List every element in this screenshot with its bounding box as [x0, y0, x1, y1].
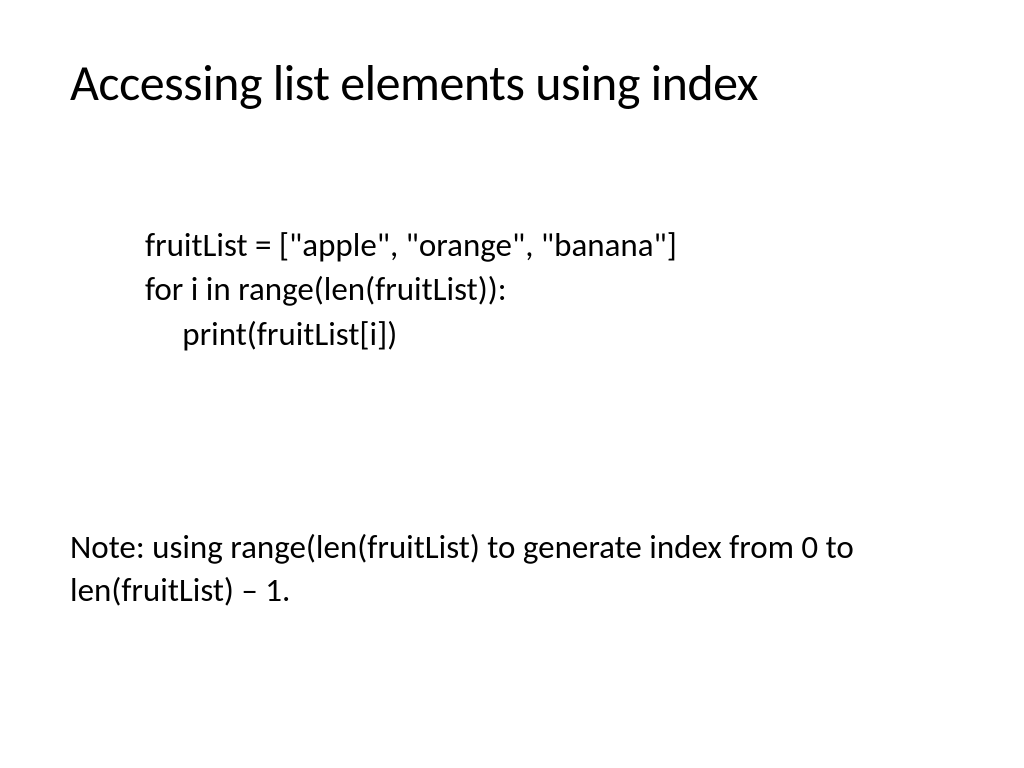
slide-container: Accessing list elements using index frui…	[0, 0, 1024, 768]
note-text: Note: using range(len(fruitList) to gene…	[70, 526, 950, 612]
code-block: fruitList = ["apple", "orange", "banana"…	[145, 223, 954, 357]
slide-title: Accessing list elements using index	[70, 55, 954, 113]
